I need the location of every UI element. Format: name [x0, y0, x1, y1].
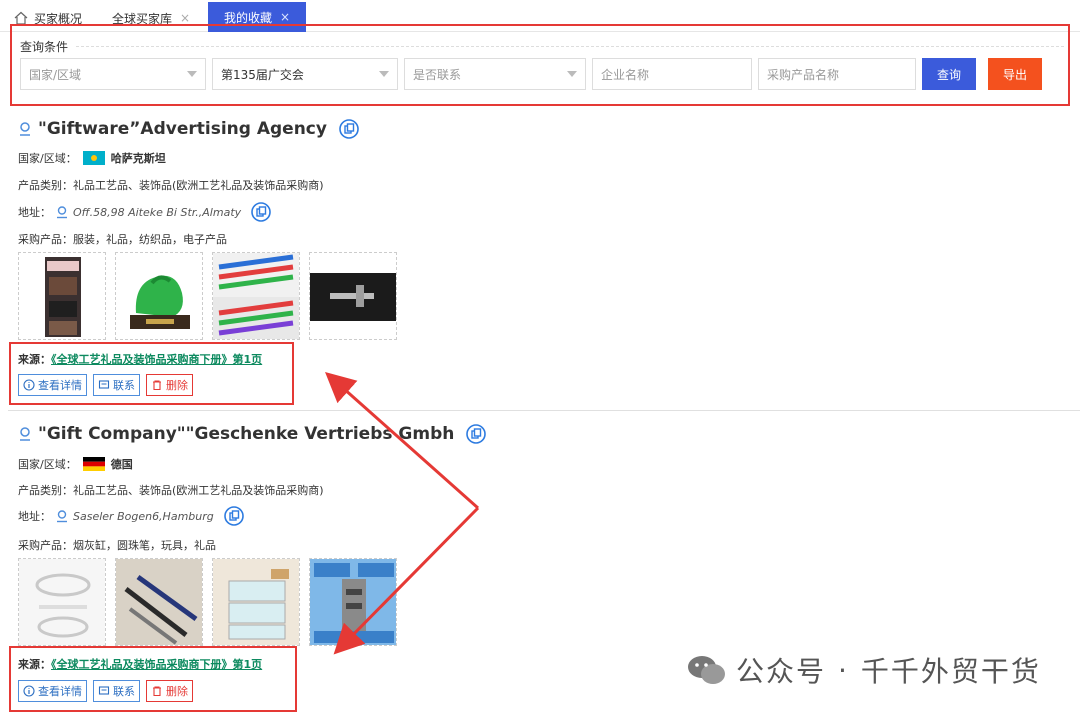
watermark-text: 千千外贸干货	[860, 655, 1041, 688]
favorites-page: 买家概况 全球买家库 × 我的收藏 × 查询条件 国家/区域 第135届广交会 …	[0, 0, 1080, 714]
watermark-text: 公众号	[736, 655, 827, 688]
watermark-dot: ·	[838, 653, 849, 687]
annotation-arrows	[325, 372, 480, 655]
watermark: 公众号 · 千千外贸干货	[686, 650, 1041, 690]
wechat-icon	[688, 656, 725, 684]
